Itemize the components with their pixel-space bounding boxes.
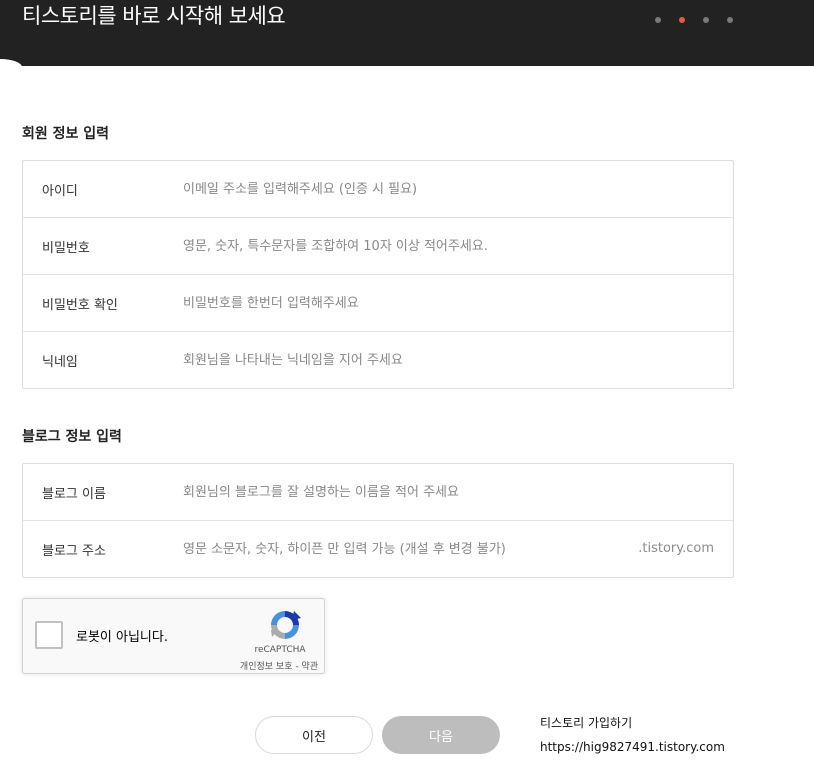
recaptcha-logo-icon	[271, 611, 301, 639]
blog-name-row: 블로그 이름	[23, 464, 733, 521]
signup-info-title: 티스토리 가입하기	[540, 716, 633, 730]
password-label: 비밀번호	[42, 241, 90, 256]
blog-address-input[interactable]	[183, 521, 623, 577]
step-dot-2-active	[679, 17, 685, 23]
blog-address-row: 블로그 주소 .tistory.com	[23, 521, 733, 577]
password-confirm-row: 비밀번호 확인	[23, 275, 733, 332]
header-corner-curve	[0, 59, 22, 67]
recaptcha-privacy-terms-link[interactable]: 개인정보 보호 - 약관	[218, 659, 318, 672]
member-section-title: 회원 정보 입력	[22, 126, 110, 142]
id-label: 아이디	[42, 184, 78, 199]
header-title: 티스토리를 바로 시작해 보세요	[22, 4, 286, 28]
signup-info-url: https://hig9827491.tistory.com	[540, 740, 725, 754]
next-button[interactable]: 다음	[382, 716, 500, 754]
recaptcha-brand: reCAPTCHA	[254, 645, 306, 655]
blog-info-form: 블로그 이름 블로그 주소 .tistory.com	[22, 463, 734, 578]
blog-name-label: 블로그 이름	[42, 487, 106, 502]
password-confirm-input[interactable]	[183, 275, 723, 331]
header-banner: 티스토리를 바로 시작해 보세요	[0, 0, 814, 67]
id-input[interactable]	[183, 161, 723, 217]
id-row: 아이디	[23, 161, 733, 218]
blog-address-label: 블로그 주소	[42, 544, 106, 559]
signup-info: 티스토리 가입하기 https://hig9827491.tistory.com	[540, 712, 725, 760]
blog-name-input[interactable]	[183, 464, 723, 520]
password-confirm-label: 비밀번호 확인	[42, 298, 118, 313]
recaptcha-checkbox[interactable]	[35, 621, 63, 649]
recaptcha-widget: 로봇이 아닙니다. reCAPTCHA 개인정보 보호 - 약관	[22, 598, 325, 674]
blog-address-domain-suffix: .tistory.com	[638, 541, 714, 556]
step-dot-3	[703, 17, 709, 23]
password-input[interactable]	[183, 218, 723, 274]
nickname-input[interactable]	[183, 332, 723, 388]
step-dot-4	[727, 17, 733, 23]
step-dot-1	[655, 17, 661, 23]
password-row: 비밀번호	[23, 218, 733, 275]
recaptcha-label: 로봇이 아닙니다.	[76, 630, 168, 645]
nickname-row: 닉네임	[23, 332, 733, 388]
nickname-label: 닉네임	[42, 355, 78, 370]
blog-section-title: 블로그 정보 입력	[22, 429, 122, 445]
member-info-form: 아이디 비밀번호 비밀번호 확인 닉네임	[22, 160, 734, 389]
prev-button[interactable]: 이전	[255, 716, 373, 754]
